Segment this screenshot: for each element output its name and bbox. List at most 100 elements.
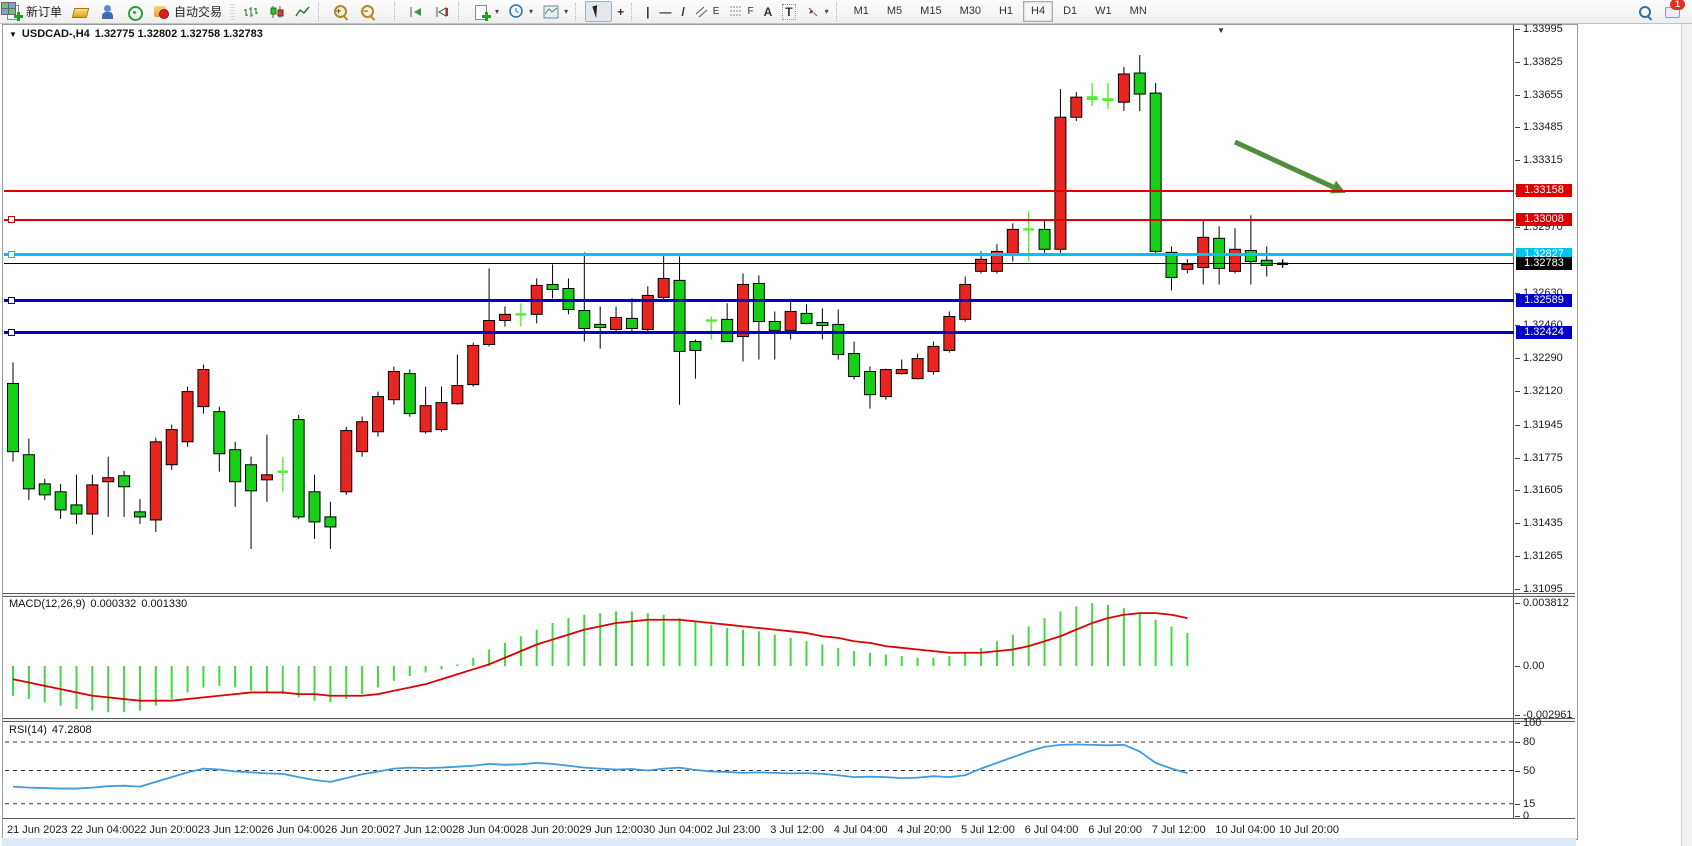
mt4-window: 新订单 自动交易 + − <box>0 0 1692 846</box>
chart-window[interactable]: ▼ USDCAD-,H4 1.32775 1.32802 1.32758 1.3… <box>2 24 1578 840</box>
chart-shift-icon <box>435 5 451 19</box>
hline-price-tag[interactable]: 1.33158 <box>1516 184 1572 197</box>
time-axis-label: 27 Jun 12:00 <box>389 824 453 836</box>
bear-candle <box>801 313 812 323</box>
search-button[interactable] <box>1632 1 1659 22</box>
line-chart-button[interactable] <box>290 1 316 22</box>
time-axis-label: 3 Jul 12:00 <box>770 824 824 836</box>
candlestick-chart-icon <box>269 5 285 19</box>
candlestick-chart-button[interactable] <box>264 1 290 22</box>
time-axis-label: 6 Jul 20:00 <box>1088 824 1142 836</box>
chart-shift-marker[interactable]: ▼ <box>1217 26 1225 35</box>
bear-candle <box>595 324 606 327</box>
bull-candle <box>896 370 907 374</box>
bull-candle <box>373 397 384 432</box>
zoom-in-button[interactable]: + <box>328 1 355 22</box>
text-tool-button[interactable]: A <box>759 1 778 22</box>
hline-price-tag[interactable]: 1.33008 <box>1516 213 1572 226</box>
trendline-tool-button[interactable]: / <box>676 1 689 22</box>
timeframe-m1[interactable]: M1 <box>846 1 877 22</box>
time-axis-label: 21 Jun 2023 <box>7 824 68 836</box>
timeframe-d1[interactable]: D1 <box>1055 1 1085 22</box>
timeframe-w1[interactable]: W1 <box>1087 1 1120 22</box>
horizontal-line-object[interactable] <box>4 253 1514 256</box>
arrows-tool-button[interactable]: ▾ <box>801 1 834 22</box>
bear-candle <box>71 505 82 514</box>
line-anchor-handle[interactable] <box>8 251 15 258</box>
periods-button[interactable]: ▾ <box>504 1 538 22</box>
auto-trading-button[interactable]: 自动交易 <box>148 1 227 22</box>
indicators-icon <box>473 4 490 20</box>
market-watch-button[interactable] <box>67 1 94 22</box>
panel-splitter-rsi[interactable] <box>3 718 1575 722</box>
bear-candle <box>817 322 828 325</box>
bear-candle <box>1166 252 1177 277</box>
price-axis-tick: 1.33655 <box>1523 89 1563 101</box>
line-anchor-handle[interactable] <box>8 329 15 336</box>
line-anchor-handle[interactable] <box>8 297 15 304</box>
chat-button[interactable]: 1 <box>1659 1 1686 22</box>
chevron-down-icon: ▾ <box>495 7 499 16</box>
macd-axis-tick-dash <box>1515 666 1520 667</box>
horizontal-line-object[interactable] <box>4 219 1514 221</box>
bear-candle <box>864 372 875 395</box>
fibonacci-tool-button[interactable]: F <box>724 1 758 22</box>
timeframe-m15[interactable]: M15 <box>912 1 949 22</box>
current-price-line <box>4 263 1514 264</box>
chevron-down-icon: ▾ <box>564 7 568 16</box>
tile-windows-button[interactable] <box>382 1 392 22</box>
time-axis-label: 22 Jun 20:00 <box>134 824 198 836</box>
bull-candle <box>611 317 622 329</box>
auto-trading-label: 自动交易 <box>174 3 222 20</box>
line-chart-icon <box>295 5 311 19</box>
signals-button[interactable] <box>121 1 148 22</box>
ohlc-open: 1.32775 <box>95 28 135 40</box>
bear-candle <box>404 374 415 414</box>
zoom-out-button[interactable]: − <box>355 1 382 22</box>
hline-price-tag[interactable]: 1.32424 <box>1516 326 1572 339</box>
timeframe-m5[interactable]: M5 <box>879 1 910 22</box>
bull-candle <box>452 386 463 404</box>
line-anchor-handle[interactable] <box>8 216 15 223</box>
bear-candle <box>119 476 130 487</box>
time-axis-label: 23 Jun 12:00 <box>198 824 262 836</box>
bar-chart-button[interactable] <box>238 1 264 22</box>
chart-canvas <box>3 25 1575 837</box>
crosshair-tool-button[interactable]: + <box>612 1 629 22</box>
horizontal-line-object[interactable] <box>4 299 1514 302</box>
time-axis-label: 4 Jul 04:00 <box>834 824 888 836</box>
timeframe-h1[interactable]: H1 <box>991 1 1021 22</box>
cursor-tool-button[interactable] <box>585 1 612 22</box>
horizontal-line-object[interactable] <box>4 190 1514 192</box>
price-axis-line[interactable] <box>1513 25 1514 819</box>
chart-title[interactable]: ▼ USDCAD-,H4 1.32775 1.32802 1.32758 1.3… <box>9 28 263 40</box>
text-label-tool-button[interactable]: T <box>777 1 800 22</box>
channel-tool-button[interactable]: E <box>690 1 725 22</box>
time-axis-label: 5 Jul 12:00 <box>961 824 1015 836</box>
bull-candle <box>880 370 891 397</box>
price-axis-tick: 1.31435 <box>1523 517 1563 529</box>
chart-shift-button[interactable] <box>430 1 456 22</box>
panel-splitter-macd[interactable] <box>3 593 1575 597</box>
bar-chart-icon <box>243 5 259 19</box>
vertical-line-tool-button[interactable]: | <box>641 1 654 22</box>
channel-icon <box>695 5 709 18</box>
templates-button[interactable]: ▾ <box>538 1 573 22</box>
indicators-button[interactable]: ▾ <box>468 1 504 22</box>
auto-scroll-button[interactable] <box>404 1 430 22</box>
horizontal-line-object[interactable] <box>4 331 1514 334</box>
time-axis-label: 10 Jul 04:00 <box>1215 824 1275 836</box>
hline-price-tag[interactable]: 1.32589 <box>1516 294 1572 307</box>
text-label-icon: T <box>782 4 795 20</box>
horizontal-line-tool-button[interactable]: — <box>654 1 676 22</box>
timeframe-h4[interactable]: H4 <box>1023 1 1053 22</box>
bull-candle <box>785 311 796 330</box>
bull-candle <box>182 392 193 442</box>
tile-windows-icon <box>1 2 14 14</box>
timeframe-mn[interactable]: MN <box>1122 1 1155 22</box>
timeframe-m30[interactable]: M30 <box>952 1 989 22</box>
vertical-line-icon: | <box>646 5 649 19</box>
chart-dropdown-icon[interactable]: ▼ <box>9 30 17 39</box>
bull-candle <box>1055 117 1066 249</box>
navigator-button[interactable] <box>94 1 121 22</box>
